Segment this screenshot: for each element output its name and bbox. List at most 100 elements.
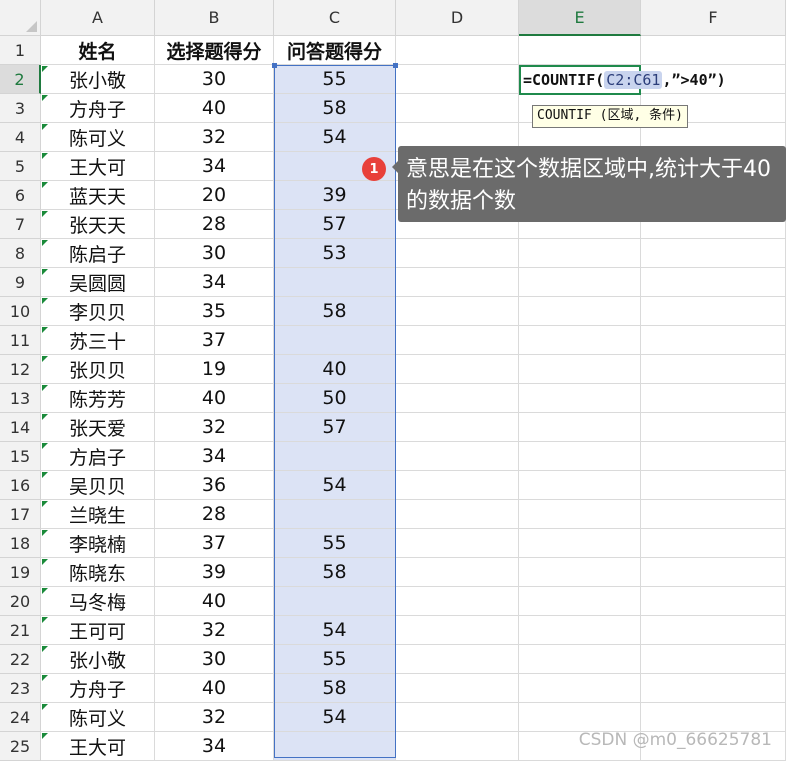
row-header[interactable]: 8 — [0, 239, 41, 268]
qa-score-cell[interactable]: 50 — [274, 384, 396, 413]
empty-cell[interactable] — [396, 587, 519, 616]
choice-score-cell[interactable]: 35 — [155, 297, 274, 326]
choice-score-cell[interactable]: 39 — [155, 558, 274, 587]
qa-score-cell[interactable] — [274, 587, 396, 616]
qa-score-cell[interactable]: 57 — [274, 210, 396, 239]
qa-score-cell[interactable]: 55 — [274, 529, 396, 558]
choice-score-cell[interactable]: 37 — [155, 529, 274, 558]
choice-score-cell[interactable]: 19 — [155, 355, 274, 384]
qa-score-cell[interactable]: 54 — [274, 471, 396, 500]
name-cell[interactable]: 张小敬 — [41, 65, 155, 94]
choice-score-cell[interactable]: 20 — [155, 181, 274, 210]
name-cell[interactable]: 吴圆圆 — [41, 268, 155, 297]
qa-score-cell[interactable]: 40 — [274, 355, 396, 384]
empty-cell[interactable] — [641, 703, 786, 732]
empty-cell[interactable] — [396, 645, 519, 674]
row-header[interactable]: 17 — [0, 500, 41, 529]
row-header[interactable]: 13 — [0, 384, 41, 413]
empty-cell[interactable] — [519, 268, 641, 297]
row-header[interactable]: 22 — [0, 645, 41, 674]
row-header[interactable]: 19 — [0, 558, 41, 587]
empty-cell[interactable] — [641, 413, 786, 442]
row-header[interactable]: 16 — [0, 471, 41, 500]
qa-score-cell[interactable]: 58 — [274, 94, 396, 123]
formula-text[interactable]: =COUNTIF(C2:C61 ,”>40”) — [523, 67, 726, 93]
empty-cell[interactable] — [396, 703, 519, 732]
empty-cell[interactable] — [396, 355, 519, 384]
qa-score-cell[interactable]: 58 — [274, 674, 396, 703]
choice-score-cell[interactable]: 30 — [155, 645, 274, 674]
choice-score-cell[interactable]: 32 — [155, 616, 274, 645]
row-header[interactable]: 1 — [0, 36, 41, 65]
qa-score-cell[interactable] — [274, 326, 396, 355]
column-header-c[interactable]: C — [274, 0, 396, 36]
empty-cell[interactable] — [641, 558, 786, 587]
empty-cell[interactable] — [396, 500, 519, 529]
empty-cell[interactable] — [519, 587, 641, 616]
choice-score-cell[interactable]: 28 — [155, 500, 274, 529]
empty-cell[interactable] — [396, 239, 519, 268]
name-cell[interactable]: 吴贝贝 — [41, 471, 155, 500]
empty-cell[interactable] — [396, 65, 519, 94]
empty-cell[interactable] — [396, 732, 519, 761]
name-cell[interactable]: 马冬梅 — [41, 587, 155, 616]
name-cell[interactable]: 陈晓东 — [41, 558, 155, 587]
empty-cell[interactable] — [641, 500, 786, 529]
name-cell[interactable]: 陈芳芳 — [41, 384, 155, 413]
name-cell[interactable]: 张贝贝 — [41, 355, 155, 384]
name-cell[interactable]: 方舟子 — [41, 674, 155, 703]
row-header[interactable]: 2 — [0, 65, 41, 94]
qa-score-cell[interactable] — [274, 500, 396, 529]
empty-cell[interactable] — [396, 268, 519, 297]
empty-cell[interactable] — [396, 36, 519, 65]
row-header[interactable]: 18 — [0, 529, 41, 558]
choice-score-cell[interactable]: 28 — [155, 210, 274, 239]
select-all-corner[interactable] — [0, 0, 41, 36]
empty-cell[interactable] — [519, 703, 641, 732]
name-cell[interactable]: 兰晓生 — [41, 500, 155, 529]
empty-cell[interactable] — [519, 529, 641, 558]
choice-score-cell[interactable]: 40 — [155, 94, 274, 123]
row-header[interactable]: 24 — [0, 703, 41, 732]
qa-score-cell[interactable]: 54 — [274, 123, 396, 152]
row-header[interactable]: 4 — [0, 123, 41, 152]
empty-cell[interactable] — [396, 674, 519, 703]
empty-cell[interactable] — [396, 326, 519, 355]
row-header[interactable]: 9 — [0, 268, 41, 297]
name-cell[interactable]: 张天爱 — [41, 413, 155, 442]
name-cell[interactable]: 王大可 — [41, 152, 155, 181]
empty-cell[interactable] — [519, 239, 641, 268]
name-cell[interactable]: 方舟子 — [41, 94, 155, 123]
empty-cell[interactable] — [641, 268, 786, 297]
empty-cell[interactable] — [519, 413, 641, 442]
row-header[interactable]: 10 — [0, 297, 41, 326]
empty-cell[interactable] — [641, 36, 786, 65]
choice-score-cell[interactable]: 32 — [155, 123, 274, 152]
choice-score-cell[interactable]: 36 — [155, 471, 274, 500]
empty-cell[interactable] — [641, 355, 786, 384]
empty-cell[interactable] — [396, 297, 519, 326]
qa-score-cell[interactable] — [274, 732, 396, 761]
empty-cell[interactable] — [641, 442, 786, 471]
empty-cell[interactable] — [396, 442, 519, 471]
choice-score-cell[interactable]: 34 — [155, 268, 274, 297]
empty-cell[interactable] — [519, 442, 641, 471]
choice-score-cell[interactable]: 34 — [155, 732, 274, 761]
row-header[interactable]: 14 — [0, 413, 41, 442]
empty-cell[interactable] — [641, 674, 786, 703]
empty-cell[interactable] — [396, 94, 519, 123]
column-header-e[interactable]: E — [519, 0, 641, 36]
empty-cell[interactable] — [641, 384, 786, 413]
qa-score-cell[interactable]: 54 — [274, 703, 396, 732]
empty-cell[interactable] — [519, 558, 641, 587]
row-header[interactable]: 11 — [0, 326, 41, 355]
empty-cell[interactable] — [519, 471, 641, 500]
qa-score-cell[interactable]: 58 — [274, 297, 396, 326]
empty-cell[interactable] — [641, 587, 786, 616]
empty-cell[interactable] — [396, 558, 519, 587]
choice-score-cell[interactable]: 40 — [155, 587, 274, 616]
row-header[interactable]: 12 — [0, 355, 41, 384]
qa-score-cell[interactable]: 55 — [274, 65, 396, 94]
qa-score-cell[interactable]: 58 — [274, 558, 396, 587]
name-cell[interactable]: 陈启子 — [41, 239, 155, 268]
